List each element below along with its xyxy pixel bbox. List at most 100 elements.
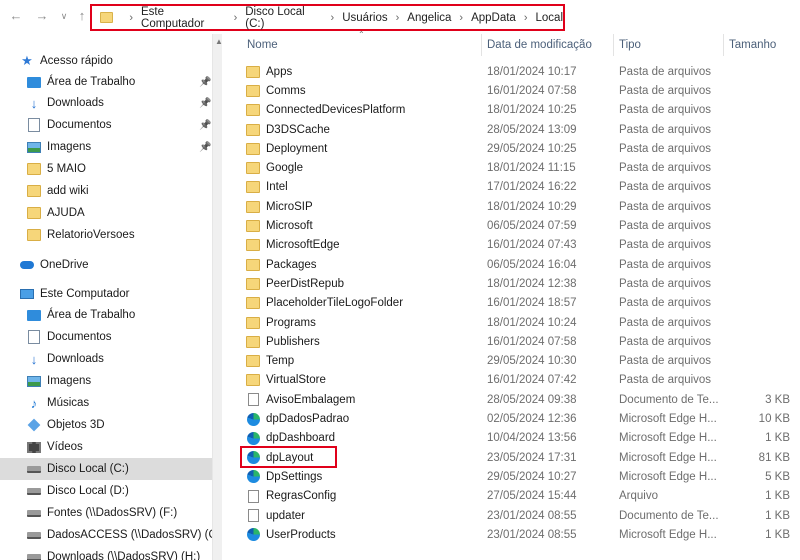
nav-item[interactable]: Área de Trabalho 📌 <box>0 71 212 93</box>
pin-icon[interactable]: 📌 <box>199 77 211 88</box>
nav-item[interactable]: ↓ Downloads 📌 <box>0 92 212 114</box>
nav-item[interactable]: Objetos 3D <box>0 414 212 436</box>
nav-item[interactable]: RelatorioVersoes <box>0 224 212 246</box>
nav-item[interactable]: ↓ Downloads <box>0 348 212 370</box>
back-arrow-icon[interactable]: ← <box>8 8 24 24</box>
file-name-cell[interactable]: VirtualStore <box>246 374 326 387</box>
nav-item[interactable]: Documentos 📌 <box>0 114 212 136</box>
breadcrumb-separator-icon[interactable]: › <box>524 12 528 24</box>
column-header-size[interactable]: Tamanho <box>729 34 776 56</box>
file-name-cell[interactable]: UserProducts <box>246 528 336 542</box>
recent-locations-icon[interactable]: ∨ <box>56 8 72 24</box>
file-name-cell[interactable]: Deployment <box>246 142 327 155</box>
file-name-cell[interactable]: Temp <box>246 355 294 368</box>
column-divider[interactable] <box>723 34 724 56</box>
file-row[interactable]: PeerDistRepub 18/01/2024 12:38 Pasta de ar… <box>236 274 800 293</box>
nav-item[interactable]: Disco Local (D:) <box>0 480 212 502</box>
nav-item[interactable]: Fontes (\\DadosSRV) (F:) <box>0 502 212 524</box>
file-row[interactable]: updater 23/01/2024 08:55 Documento de Te..… <box>236 506 800 525</box>
file-row[interactable]: Intel 17/01/2024 16:22 Pasta de arquivos <box>236 178 800 197</box>
pin-icon[interactable]: 📌 <box>199 98 211 109</box>
nav-item[interactable]: AJUDA <box>0 202 212 224</box>
file-name-cell[interactable]: Comms <box>246 84 306 97</box>
file-name-cell[interactable]: DpSettings <box>246 470 322 484</box>
file-row[interactable]: MicrosoftEdge 16/01/2024 07:43 Pasta de ar… <box>236 236 800 255</box>
file-name-cell[interactable]: MicrosoftEdge <box>246 239 340 252</box>
column-divider[interactable] <box>613 34 614 56</box>
file-row[interactable]: Google 18/01/2024 11:15 Pasta de arquivos <box>236 159 800 178</box>
nav-scrollbar[interactable]: ▲ <box>212 34 223 560</box>
breadcrumb-item[interactable]: Disco Local (C:) <box>245 6 322 30</box>
file-row[interactable]: ConnectedDevicesPlatform 18/01/2024 10:25… <box>236 101 800 120</box>
forward-arrow-icon[interactable]: → <box>34 8 50 24</box>
file-row[interactable]: Microsoft 06/05/2024 07:59 Pasta de arquiv… <box>236 216 800 235</box>
file-row[interactable]: Apps 18/01/2024 10:17 Pasta de arquivos <box>236 62 800 81</box>
file-name-cell[interactable]: Google <box>246 162 303 175</box>
breadcrumb-separator-icon[interactable]: › <box>396 12 400 24</box>
file-name-cell[interactable]: Microsoft <box>246 220 313 233</box>
column-header-type[interactable]: Tipo <box>619 34 641 56</box>
file-row[interactable]: MicroSIP 18/01/2024 10:29 Pasta de arquivo… <box>236 197 800 216</box>
nav-item[interactable]: Este Computador <box>0 283 212 305</box>
nav-item[interactable]: DadosACCESS (\\DadosSRV) (G:) <box>0 524 214 546</box>
nav-item[interactable]: ★ Acesso rápido <box>0 50 212 72</box>
file-name-cell[interactable]: Intel <box>246 181 288 194</box>
breadcrumb-separator-icon[interactable]: › <box>234 12 238 24</box>
file-name-cell[interactable]: updater <box>246 509 305 523</box>
nav-item[interactable]: Documentos <box>0 326 212 348</box>
file-row[interactable]: Publishers 16/01/2024 07:58 Pasta de arqui… <box>236 332 800 351</box>
file-name-cell[interactable]: AvisoEmbalagem <box>246 393 355 407</box>
file-name-cell[interactable]: dpDadosPadrao <box>246 412 349 426</box>
breadcrumb-item[interactable]: Angelica <box>407 12 451 24</box>
file-row[interactable]: VirtualStore 16/01/2024 07:42 Pasta de arq… <box>236 371 800 390</box>
file-name-cell[interactable]: Apps <box>246 65 292 78</box>
file-name-cell[interactable]: MicroSIP <box>246 200 313 213</box>
file-name-cell[interactable]: ConnectedDevicesPlatform <box>246 104 405 117</box>
file-row[interactable]: Temp 29/05/2024 10:30 Pasta de arquivos <box>236 352 800 371</box>
file-name-cell[interactable]: dpDashboard <box>246 431 335 445</box>
scroll-up-icon[interactable]: ▲ <box>215 37 223 46</box>
column-header-name[interactable]: Nome <box>247 34 278 56</box>
column-divider[interactable] <box>481 34 482 56</box>
file-row[interactable]: Programs 18/01/2024 10:24 Pasta de arquivo… <box>236 313 800 332</box>
pin-icon[interactable]: 📌 <box>199 142 211 153</box>
nav-item[interactable]: Área de Trabalho <box>0 304 212 326</box>
up-arrow-icon[interactable]: ↑ <box>74 8 90 24</box>
file-row[interactable]: dpDadosPadrao 02/05/2024 12:36 Microsoft E… <box>236 409 800 428</box>
file-row[interactable]: AvisoEmbalagem 28/05/2024 09:38 Documento … <box>236 390 800 409</box>
address-bar[interactable]: › Este Computador › Disco Local (C:) › Usuári… <box>90 4 565 31</box>
file-name-cell[interactable]: Programs <box>246 316 316 329</box>
breadcrumb-separator-icon[interactable]: › <box>129 12 133 24</box>
file-name-cell[interactable]: D3DSCache <box>246 123 330 136</box>
pin-icon[interactable]: 📌 <box>199 120 211 131</box>
file-row[interactable]: Packages 06/05/2024 16:04 Pasta de arquivo… <box>236 255 800 274</box>
file-row[interactable]: Comms 16/01/2024 07:58 Pasta de arquivos <box>236 81 800 100</box>
nav-item[interactable]: Downloads (\\DadosSRV) (H:) <box>0 546 212 560</box>
file-name-cell[interactable]: RegrasConfig <box>246 489 336 503</box>
breadcrumb-item[interactable]: AppData <box>471 12 516 24</box>
file-row[interactable]: PlaceholderTileLogoFolder 16/01/2024 18:5… <box>236 294 800 313</box>
breadcrumb-separator-icon[interactable]: › <box>331 12 335 24</box>
breadcrumb-item[interactable]: Este Computador <box>141 6 226 30</box>
nav-item[interactable]: OneDrive <box>0 254 212 276</box>
breadcrumb-separator-icon[interactable]: › <box>459 12 463 24</box>
nav-item[interactable]: Vídeos <box>0 436 212 458</box>
nav-item[interactable]: Imagens <box>0 370 212 392</box>
file-row[interactable]: UserProducts 23/01/2024 08:55 Microsoft Ed… <box>236 525 800 544</box>
file-name-cell[interactable]: PeerDistRepub <box>246 277 344 290</box>
file-name-cell[interactable]: Packages <box>246 258 317 271</box>
nav-item[interactable]: 5 MAIO <box>0 158 212 180</box>
file-row[interactable]: RegrasConfig 27/05/2024 15:44 Arquivo 1 KB <box>236 487 800 506</box>
breadcrumb-item[interactable]: Local <box>536 12 564 24</box>
nav-item[interactable]: add wiki <box>0 180 212 202</box>
file-name-cell[interactable]: PlaceholderTileLogoFolder <box>246 297 403 310</box>
nav-item[interactable]: Imagens 📌 <box>0 136 212 158</box>
column-header-date[interactable]: Data de modificação <box>487 34 592 56</box>
file-row[interactable]: DpSettings 29/05/2024 10:27 Microsoft Edge… <box>236 467 800 486</box>
nav-item[interactable]: ♪ Músicas <box>0 392 212 414</box>
file-row[interactable]: Deployment 29/05/2024 10:25 Pasta de arqui… <box>236 139 800 158</box>
breadcrumb-item[interactable]: Usuários <box>342 12 387 24</box>
file-row[interactable]: D3DSCache 28/05/2024 13:09 Pasta de arquiv… <box>236 120 800 139</box>
nav-item[interactable]: Disco Local (C:) <box>0 458 212 480</box>
file-name-cell[interactable]: Publishers <box>246 335 320 348</box>
